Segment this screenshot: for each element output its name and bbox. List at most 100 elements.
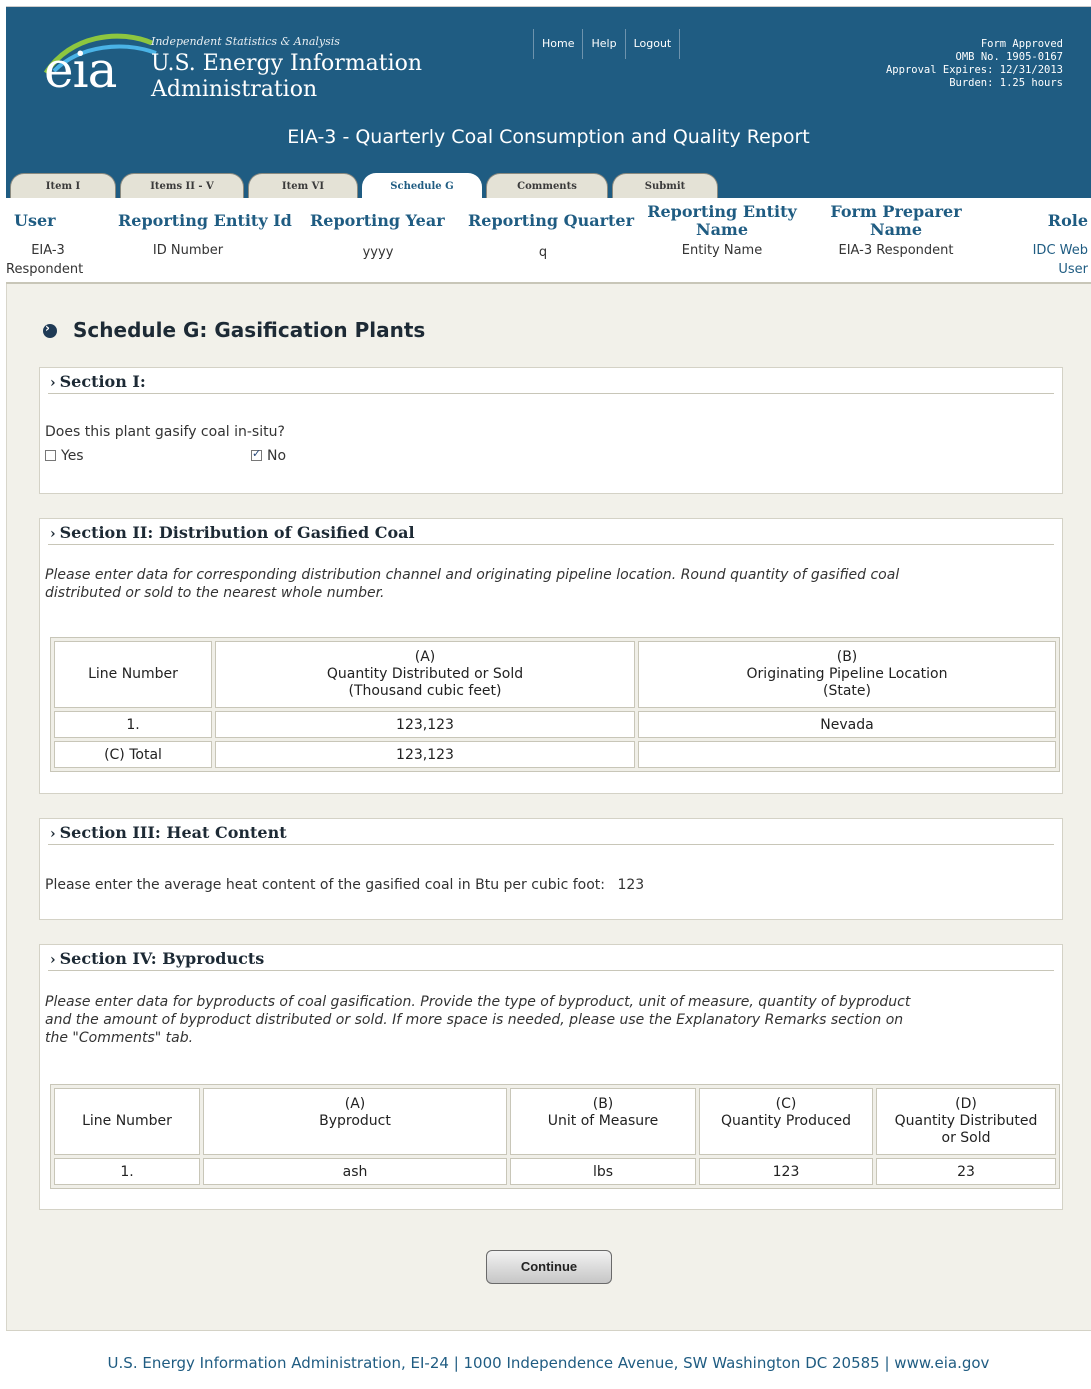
reporting-quarter-value: q	[538, 245, 548, 260]
section-i: › Section I: Does this plant gasify coal …	[39, 367, 1063, 494]
continue-button[interactable]: Continue	[486, 1250, 612, 1284]
entity-name-value: Entity Name	[681, 243, 763, 258]
col-header-text: Unit of Measure	[547, 1113, 659, 1129]
tab-items-ii-v[interactable]: Items II - V	[120, 173, 244, 199]
tab-comments[interactable]: Comments	[486, 173, 608, 199]
reporting-info-strip: User EIA-3 Respondent Reporting Entity I…	[6, 198, 1091, 284]
role-link-line1[interactable]: IDC Web	[996, 241, 1088, 260]
chevron-right-icon: ›	[50, 526, 56, 542]
user-value-line2: Respondent	[6, 262, 84, 277]
heat-content-row: Please enter the average heat content of…	[45, 877, 644, 893]
checkbox-unchecked-icon[interactable]	[45, 450, 56, 461]
approval-line: Burden: 1.25 hours	[949, 77, 1063, 89]
heat-content-value[interactable]: 123	[617, 877, 644, 893]
circle-chevron-right-icon: ›	[43, 321, 57, 338]
section-ii-title: Section II: Distribution of Gasified Coa…	[59, 523, 415, 542]
total-row: (C) Total 123,123	[54, 741, 1056, 768]
col-header-text: (A)	[344, 1096, 366, 1112]
user-header: User	[14, 211, 56, 230]
quantity-cell[interactable]: 123,123	[215, 711, 635, 738]
main-content: › Schedule G: Gasification Plants › Secti…	[6, 284, 1091, 1330]
line-number-cell: 1.	[54, 1158, 200, 1185]
total-value-cell: 123,123	[215, 741, 635, 768]
section-ii-header: › Section II: Distribution of Gasified Co…	[48, 519, 1054, 545]
org-name-line2: Administration	[151, 77, 318, 102]
no-checkbox[interactable]: No	[251, 447, 287, 464]
col-header-text: (D)	[955, 1096, 977, 1112]
approval-line: OMB No. 1905-0167	[955, 51, 1063, 63]
entity-name-header: Reporting Entity Name	[647, 202, 797, 239]
col-header-text: (B)	[592, 1096, 614, 1112]
chevron-right-icon: ›	[50, 952, 56, 968]
col-header-a: (A) Quantity Distributed or Sold (Thousa…	[215, 641, 635, 708]
chevron-right-icon: ›	[50, 375, 56, 391]
col-header-text: (State)	[823, 683, 871, 699]
no-label: No	[267, 448, 287, 464]
table-row: 1. ash lbs 123 23	[54, 1158, 1056, 1185]
distribution-table: Line Number (A) Quantity Distributed or …	[50, 637, 1060, 772]
page-title: Schedule G: Gasification Plants	[73, 318, 426, 342]
role-link-line2[interactable]: User	[996, 260, 1088, 279]
col-header-text: Quantity Distributed	[894, 1113, 1038, 1129]
tab-item-i[interactable]: Item I	[10, 173, 116, 199]
empty-cell	[638, 741, 1056, 768]
col-header-text: (B)	[836, 649, 858, 665]
line-number-cell: 1.	[54, 711, 212, 738]
org-name-line1: U.S. Energy Information	[151, 51, 423, 76]
section-iii-title: Section III: Heat Content	[59, 823, 287, 842]
col-header-line-number: Line Number	[54, 1088, 200, 1155]
instruction-line: the "Comments" tab.	[45, 1030, 194, 1046]
unit-cell[interactable]: lbs	[510, 1158, 696, 1185]
col-header-text: or Sold	[941, 1130, 991, 1146]
section-iv-header: › Section IV: Byproducts	[48, 945, 1054, 971]
section-ii-instructions: Please enter data for corresponding dist…	[45, 566, 899, 602]
instruction-line: Please enter data for corresponding dist…	[45, 567, 900, 583]
user-value-line1: EIA-3	[31, 243, 65, 258]
nav-logout-link[interactable]: Logout	[624, 29, 681, 59]
section-iv: › Section IV: Byproducts Please enter dat…	[39, 944, 1063, 1210]
col-header-b: (B) Originating Pipeline Location (State…	[638, 641, 1056, 708]
quantity-distributed-cell[interactable]: 23	[876, 1158, 1056, 1185]
reporting-quarter-header: Reporting Quarter	[468, 211, 634, 230]
role-header: Role	[1047, 211, 1088, 230]
pipeline-state-cell[interactable]: Nevada	[638, 711, 1056, 738]
approval-line: Form Approved	[980, 38, 1063, 50]
section-ii: › Section II: Distribution of Gasified Co…	[39, 518, 1063, 794]
instruction-line: distributed or sold to the nearest whole…	[45, 585, 385, 601]
section-iii-header: › Section III: Heat Content	[48, 819, 1054, 845]
checkbox-checked-icon[interactable]	[251, 447, 262, 461]
eia-logo-text[interactable]: eia	[44, 41, 117, 99]
yes-checkbox[interactable]: Yes	[45, 448, 84, 464]
table-row: 1. 123,123 Nevada	[54, 711, 1056, 738]
section-iv-title: Section IV: Byproducts	[59, 949, 265, 968]
reporting-year-header: Reporting Year	[310, 211, 445, 230]
form-preparer-header: Form Preparer Name	[830, 202, 962, 239]
col-header-text: Quantity Produced	[720, 1113, 852, 1129]
byproduct-cell[interactable]: ash	[203, 1158, 507, 1185]
heat-content-label: Please enter the average heat content of…	[45, 877, 605, 893]
tab-schedule-g[interactable]: Schedule G	[362, 173, 482, 199]
in-situ-question: Does this plant gasify coal in-situ?	[45, 424, 285, 440]
quantity-produced-cell[interactable]: 123	[699, 1158, 873, 1185]
form-preparer-value: EIA-3 Respondent	[838, 243, 954, 258]
col-header-b: (B) Unit of Measure	[510, 1088, 696, 1155]
chevron-right-icon: ›	[50, 826, 56, 842]
entity-id-header: Reporting Entity Id	[118, 211, 292, 230]
entity-id-value: ID Number	[152, 243, 224, 258]
col-header-text: (Thousand cubic feet)	[348, 683, 502, 699]
tagline: Independent Statistics & Analysis	[151, 35, 340, 48]
approval-line: Approval Expires: 12/31/2013	[885, 64, 1063, 76]
top-nav: Home Help Logout	[533, 29, 681, 59]
col-header-text: Originating Pipeline Location	[746, 666, 948, 682]
tab-submit[interactable]: Submit	[612, 173, 718, 199]
total-label-cell: (C) Total	[54, 741, 212, 768]
nav-help-link[interactable]: Help	[582, 29, 624, 59]
col-header-text: Byproduct	[319, 1113, 391, 1129]
tab-item-vi[interactable]: Item VI	[248, 173, 358, 199]
col-header-d: (D) Quantity Distributed or Sold	[876, 1088, 1056, 1155]
nav-home-link[interactable]: Home	[533, 29, 582, 59]
section-i-title: Section I:	[59, 372, 146, 391]
footer: U.S. Energy Information Administration, …	[6, 1330, 1091, 1389]
section-iv-instructions: Please enter data for byproducts of coal…	[45, 993, 910, 1047]
section-iii: › Section III: Heat Content Please enter …	[39, 818, 1063, 920]
